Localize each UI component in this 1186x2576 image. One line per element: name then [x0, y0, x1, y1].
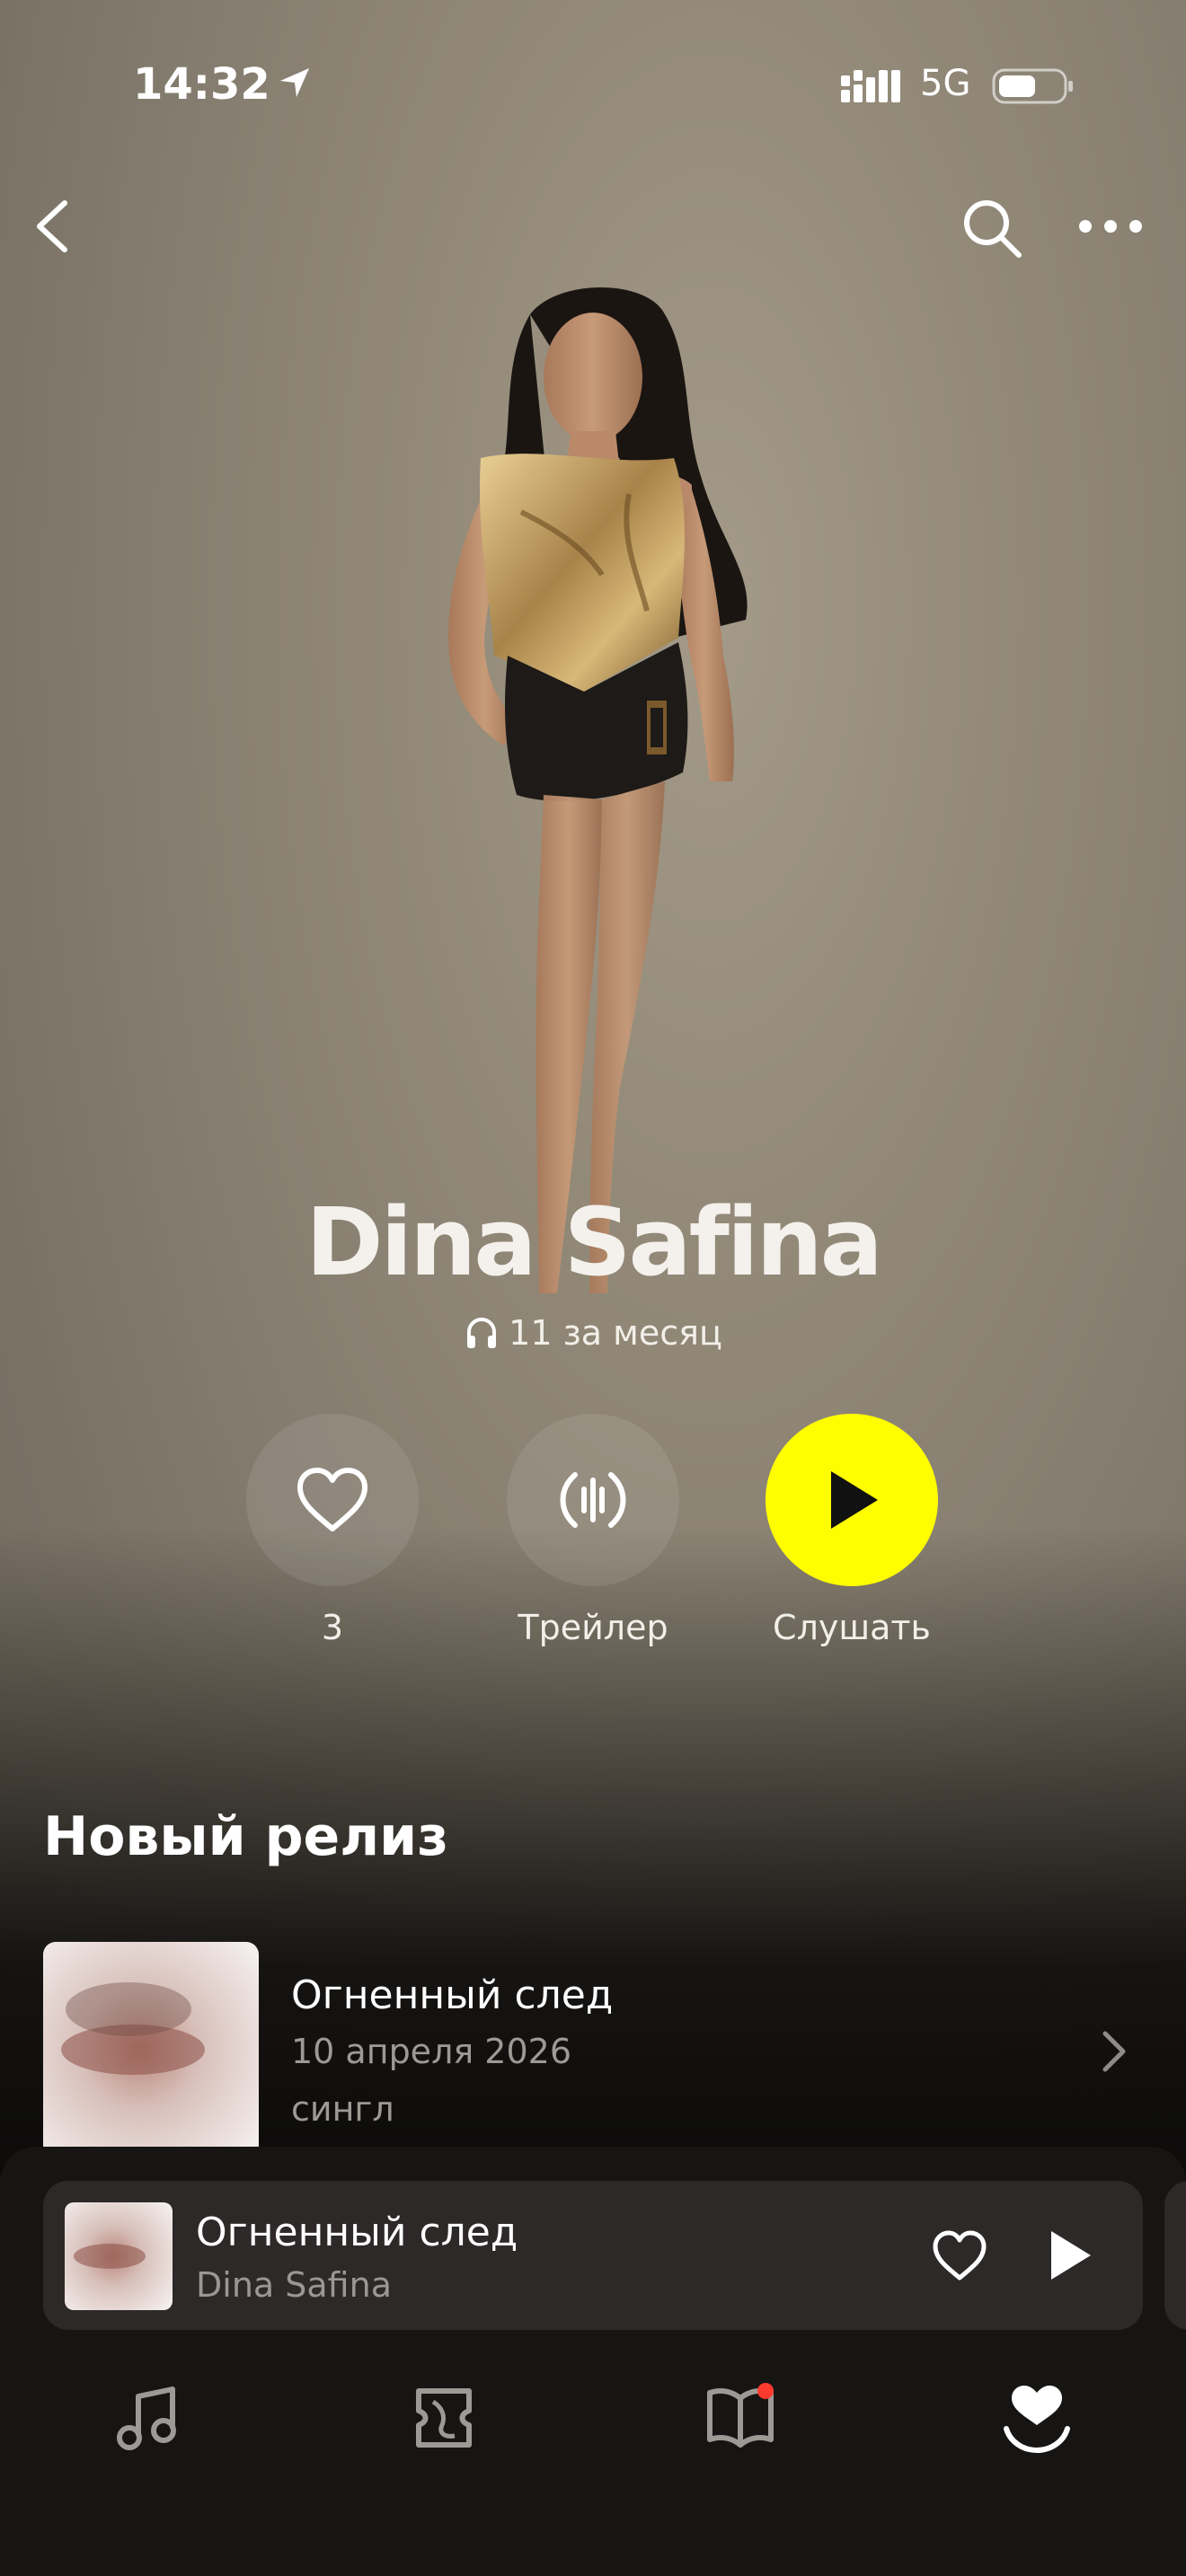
chevron-left-icon[interactable] [27, 192, 77, 260]
play-icon [831, 1471, 878, 1529]
status-time: 14:32 [133, 59, 270, 110]
mini-player-title: Огненный след [196, 2210, 518, 2255]
location-arrow-icon [280, 68, 309, 97]
trailer-label: Трейлер [518, 1608, 668, 1647]
monthly-listeners-text: 11 за месяц [509, 1313, 722, 1353]
release-type: сингл [291, 2089, 394, 2129]
release-date: 10 апреля 2026 [291, 2032, 571, 2071]
map-icon[interactable] [406, 2380, 482, 2456]
monthly-listeners: 11 за месяц [0, 1313, 1186, 1353]
trailer-button[interactable] [507, 1414, 679, 1586]
new-release-heading: Новый релиз [43, 1805, 449, 1868]
music-note-icon[interactable] [110, 2380, 185, 2456]
search-icon[interactable] [958, 194, 1026, 262]
like-count: 3 [321, 1608, 344, 1647]
release-title[interactable]: Огненный след [291, 1972, 613, 2018]
listen-button[interactable] [766, 1414, 938, 1586]
more-horizontal-icon[interactable] [1075, 207, 1146, 246]
play-icon[interactable] [1046, 2228, 1094, 2283]
heart-icon [297, 1468, 367, 1531]
artist-name: Dina Safina [305, 1187, 883, 1297]
artist-photo [448, 287, 748, 1293]
signal-icon [841, 70, 900, 102]
notification-badge [757, 2383, 774, 2399]
mini-player-artist: Dina Safina [196, 2265, 392, 2305]
next-track-peek[interactable] [1164, 2181, 1186, 2330]
waveform-icon [560, 1472, 626, 1528]
listen-label: Слушать [773, 1608, 931, 1647]
mini-player-cover [65, 2202, 173, 2310]
battery-icon [992, 68, 1073, 104]
network-type: 5G [920, 63, 971, 104]
like-artist-button[interactable] [246, 1414, 419, 1586]
book-notification-icon[interactable] [703, 2380, 778, 2456]
release-cover-art [43, 1942, 259, 2157]
mini-cover-art [65, 2202, 173, 2310]
collection-heart-icon[interactable] [999, 2380, 1075, 2456]
heart-icon[interactable] [931, 2229, 988, 2283]
headphones-icon [467, 1318, 497, 1348]
release-cover[interactable] [43, 1942, 259, 2157]
mini-player[interactable]: Огненный след Dina Safina [43, 2181, 1143, 2330]
chevron-right-icon[interactable] [1096, 2026, 1132, 2077]
